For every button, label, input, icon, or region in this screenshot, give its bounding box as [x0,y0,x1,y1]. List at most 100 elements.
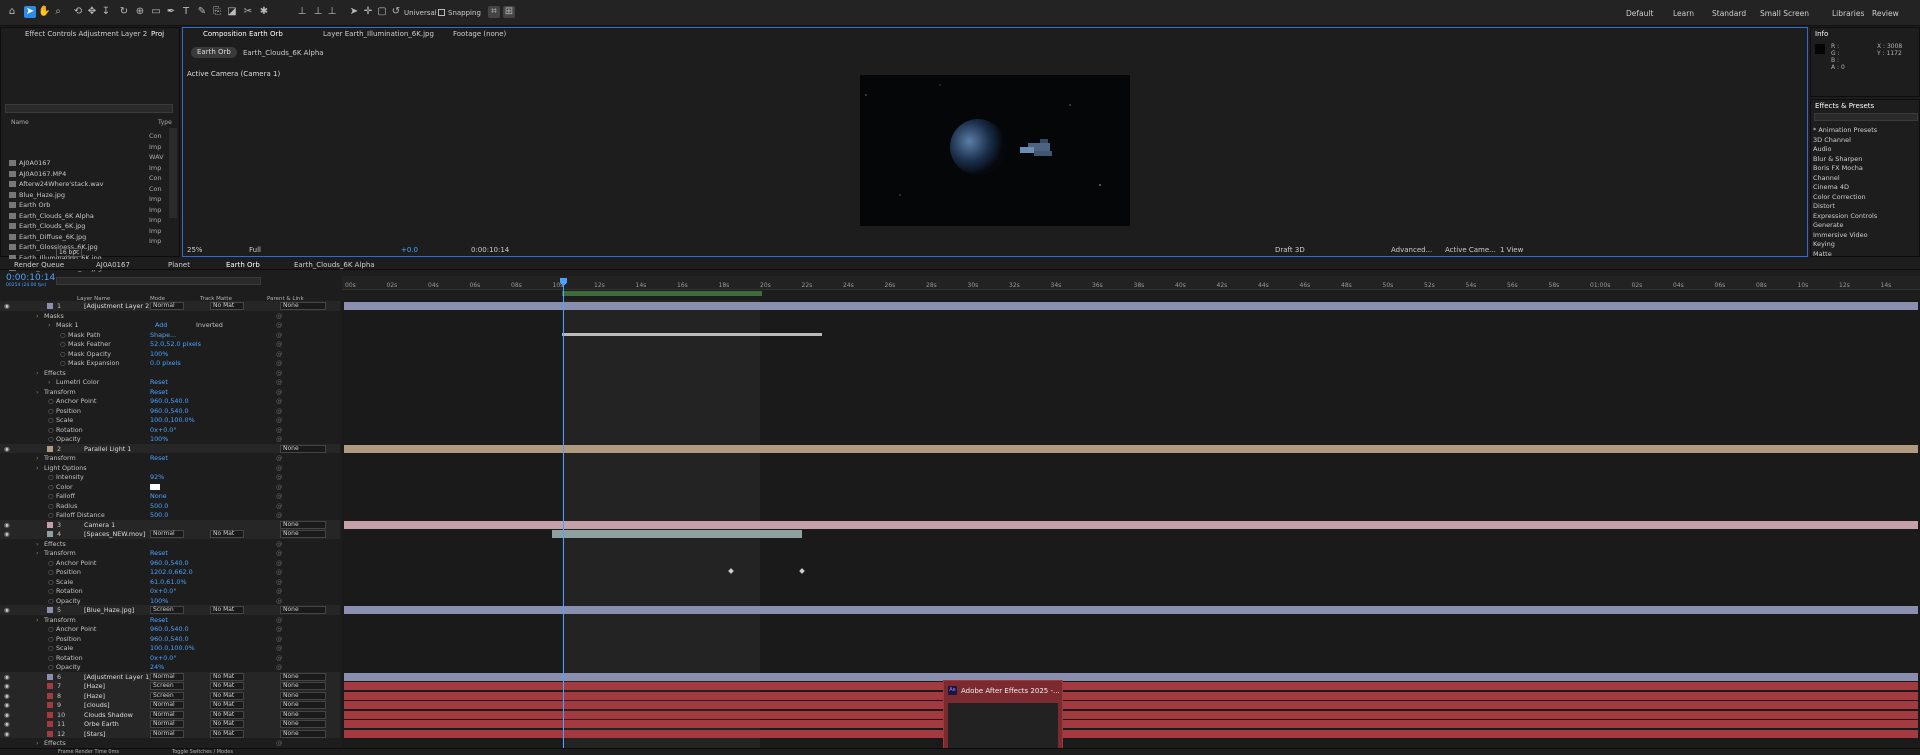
link-icon[interactable]: @ [276,454,282,462]
link-icon[interactable]: @ [276,568,282,576]
work-area-bar[interactable] [562,291,762,296]
eye-icon[interactable]: ◉ [4,701,10,709]
property-value[interactable]: 100.0,100.0% [150,416,195,424]
blend-mode-select[interactable]: Normal [150,530,184,538]
property-value[interactable]: Reset [150,378,168,386]
property-group-row[interactable]: › Transform Reset @ [0,615,340,625]
layer-name[interactable]: [Haze] [84,692,105,700]
eye-icon[interactable]: ◉ [4,673,10,681]
parent-select[interactable]: None [280,672,326,681]
twirl-arrow-icon[interactable]: ○ [48,644,54,652]
snap-grid-icon[interactable]: ⊞ [503,6,515,18]
property-value[interactable]: 960.0,540.0 [150,407,189,415]
link-icon[interactable]: @ [276,483,282,491]
twirl-arrow-icon[interactable]: ○ [48,635,54,643]
parent-select[interactable]: None [280,691,326,700]
rectangle-tool-icon[interactable]: ▭ [150,6,162,18]
effects-category[interactable]: 3D Channel [1813,136,1851,144]
link-icon[interactable]: @ [276,426,282,434]
layer-name[interactable]: [clouds] [84,701,110,709]
link-icon[interactable]: @ [276,578,282,586]
workspace-standard[interactable]: Standard [1712,9,1746,18]
effects-category[interactable]: Generate [1813,221,1843,229]
twirl-arrow-icon[interactable]: ○ [48,625,54,633]
breadcrumb-earth-orb[interactable]: Earth Orb [191,47,237,58]
label-color-swatch[interactable] [47,730,53,737]
twirl-arrow-icon[interactable]: ○ [48,435,54,443]
parent-select[interactable]: None [280,606,326,614]
views-layout-select[interactable]: 1 View [1500,246,1523,254]
effects-category[interactable]: Matte [1813,250,1832,258]
pen-tool-icon[interactable]: ✒ [165,6,177,18]
link-icon[interactable]: @ [276,435,282,443]
link-icon[interactable]: @ [276,388,282,396]
col-name-header[interactable]: Name [11,119,29,126]
property-group-row[interactable]: › Effects @ [0,539,340,549]
twirl-arrow-icon[interactable]: ○ [48,568,54,576]
playhead[interactable] [563,278,564,748]
track-matte-select[interactable]: No Mat [210,302,244,310]
parent-select[interactable]: None [280,444,326,453]
clone-tool-icon[interactable]: ⎘ [211,6,223,18]
layer-row[interactable]: ◉ 5 [Blue_Haze.jpg] Screen No Mat None [0,605,340,615]
layer-row[interactable]: ◉ 11 Orbe Earth Normal No Mat None [0,719,340,729]
property-value[interactable]: 24% [150,663,164,671]
property-row[interactable]: ○ Falloff None @ [0,491,340,501]
property-group-row[interactable]: › Effects @ [0,738,340,748]
layer-duration-bar[interactable] [344,710,1918,719]
link-icon[interactable]: @ [276,492,282,500]
parent-select[interactable]: None [280,530,326,538]
axis-local-icon[interactable]: ⊥ [296,6,308,18]
blend-mode-select[interactable]: Screen [150,682,184,690]
link-icon[interactable]: @ [276,369,282,377]
property-value[interactable]: 92% [150,473,164,481]
layer-duration-bar[interactable] [344,729,1918,738]
link-icon[interactable]: @ [276,416,282,424]
effects-category[interactable]: Cinema 4D [1813,183,1849,191]
property-group-row[interactable]: › Transform Reset @ [0,548,340,558]
property-value[interactable]: 960.0,540.0 [150,397,189,405]
layer-duration-bar[interactable] [344,520,1918,529]
parent-select[interactable]: None [280,520,326,529]
property-group-row[interactable]: › Masks @ [0,311,340,321]
layer-duration-bar[interactable] [344,691,1918,700]
property-value[interactable]: 0x+0.0° [150,654,177,662]
property-group-row[interactable]: › Transform Reset @ [0,453,340,463]
effects-category[interactable]: Boris FX Mocha [1813,164,1863,172]
property-value[interactable]: Reset [150,388,168,396]
layer-duration-bar[interactable] [344,672,1918,681]
property-value[interactable]: 0x+0.0° [150,426,177,434]
toggle-switches-modes[interactable]: Toggle Switches / Modes [172,749,233,755]
twirl-arrow-icon[interactable]: ○ [48,654,54,662]
layer-duration-bar[interactable] [344,720,1918,728]
tab-effect-controls[interactable]: Effect Controls Adjustment Layer 2 [25,30,147,38]
comp-canvas[interactable] [860,75,1130,226]
label-color-swatch[interactable] [47,445,53,452]
property-row[interactable]: ○ Scale 61.0,61.0% @ [0,577,340,587]
tab-aj0a0167[interactable]: AJ0A0167 [96,261,130,269]
eye-icon[interactable]: ◉ [4,530,10,538]
twirl-arrow-icon[interactable]: › [36,464,39,472]
property-value[interactable]: Shape... [150,331,176,339]
parent-select[interactable]: None [280,729,326,738]
track-matte-select[interactable]: No Mat [210,729,244,738]
property-value[interactable]: 0x+0.0° [150,587,177,595]
link-icon[interactable]: @ [276,635,282,643]
property-value[interactable]: 52.0,52.0 pixels [150,340,201,348]
zoom-select[interactable]: 25% [187,246,203,254]
property-row[interactable]: ○ Position 960.0,540.0 @ [0,634,340,644]
link-icon[interactable]: @ [276,407,282,415]
workspace-learn[interactable]: Learn [1673,9,1694,18]
property-row[interactable]: ○ Color @ [0,482,340,492]
property-value[interactable]: 960.0,540.0 [150,625,189,633]
parent-select[interactable]: None [280,302,326,310]
track-matte-select[interactable]: No Mat [210,530,244,538]
property-value[interactable]: 1202.0,662.0 [150,568,193,576]
link-icon[interactable]: @ [276,321,282,329]
view-camera-select[interactable]: Active Came... [1445,246,1496,254]
link-icon[interactable]: @ [276,350,282,358]
workspace-small-screen[interactable]: Small Screen [1760,9,1809,18]
twirl-arrow-icon[interactable]: › [36,540,39,548]
puppet-tool-icon[interactable]: ✱ [258,6,270,18]
effects-search-input[interactable] [1814,113,1918,121]
